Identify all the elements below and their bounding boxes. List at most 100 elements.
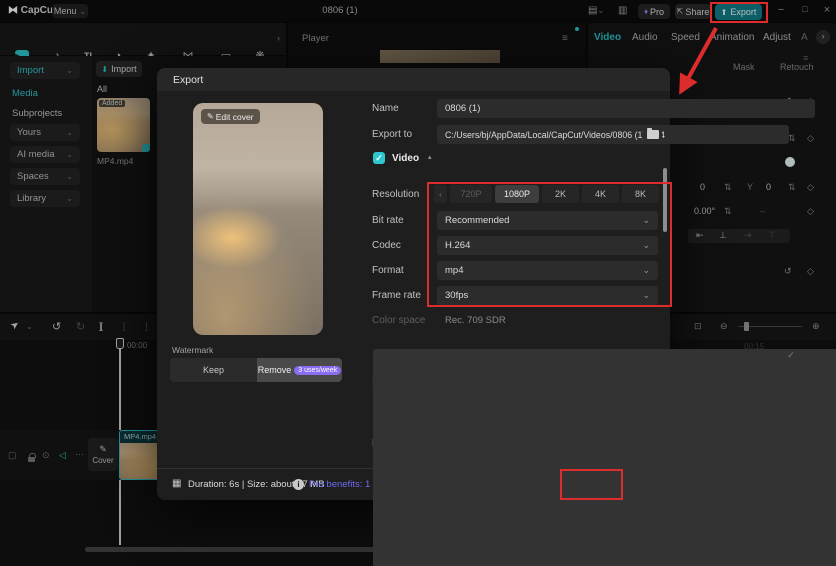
color-space-label: Color space — [372, 315, 426, 326]
trim-right-icon[interactable]: ] — [145, 321, 148, 331]
zoom-slider-handle[interactable] — [744, 322, 749, 331]
inspector-tab-video[interactable]: Video — [594, 32, 621, 43]
resolution-option-720p[interactable]: 720P — [450, 185, 492, 203]
codec-select[interactable]: H.264 ⌄ — [437, 236, 658, 255]
resolution-scroll-left-icon[interactable]: ‹ — [434, 185, 447, 203]
pro-badge[interactable]: ♦ Pro — [638, 4, 670, 19]
playhead-handle[interactable] — [116, 338, 124, 349]
ribbon-more-chevron-icon[interactable]: › — [277, 33, 280, 43]
inspector-more-chevron-icon[interactable]: › — [816, 30, 830, 44]
close-button[interactable]: × — [818, 4, 836, 16]
folder-icon — [646, 128, 659, 139]
media-thumbnail[interactable]: Added — [97, 98, 150, 152]
share-button[interactable]: ⇱ Share — [675, 4, 711, 19]
export-gif-section-label[interactable]: Export GIF — [392, 412, 443, 423]
align-left-icon[interactable]: ⇤ — [696, 230, 704, 241]
maximize-button[interactable]: □ — [796, 4, 814, 14]
position-y-value[interactable]: 0 — [766, 182, 771, 192]
name-input[interactable]: 0806 (1) — [437, 99, 815, 118]
browse-folder-button[interactable] — [643, 125, 662, 144]
sidebar-item-subprojects[interactable]: Subprojects — [12, 108, 62, 119]
audio-format-select: MP3 ⌄ — [437, 373, 658, 392]
track-more-icon[interactable]: ⋯ — [75, 449, 84, 460]
inspector-tab-adjust[interactable]: Adjust — [763, 32, 791, 43]
keyframe-diamond-icon[interactable]: ◇ — [807, 133, 814, 144]
pro-benefits-link[interactable]: Pro benefits: 1 item — [309, 479, 391, 490]
player-menu-icon[interactable]: ≡ — [562, 33, 568, 44]
menu-button[interactable]: Menu ⌄ — [52, 4, 88, 18]
keyframe-diamond-icon[interactable]: ◇ — [807, 182, 814, 193]
select-cursor-icon[interactable]: ➤ — [9, 319, 22, 333]
sidebar-item-spaces[interactable]: Spaces ⌄ — [10, 168, 80, 185]
watermark-remove-button[interactable]: Remove 3 uses/week — [257, 358, 342, 382]
audio-section-label[interactable]: Audio — [392, 350, 420, 361]
position-x-value[interactable]: 0 — [700, 182, 705, 192]
export-path-input[interactable]: C:/Users/bj/AppData/Local/CapCut/Videos/… — [437, 125, 789, 144]
visibility-eye-icon[interactable]: ⊙ — [42, 450, 50, 461]
align-right-icon[interactable]: ⇥ — [744, 230, 752, 241]
export-button-top[interactable]: ⬆ Export — [715, 4, 762, 20]
collapse-icon[interactable]: ▴ — [430, 350, 434, 358]
rotation-stepper[interactable]: ⇅ — [724, 206, 732, 217]
timeline-hscrollbar[interactable] — [85, 547, 750, 552]
sidebar-item-yours[interactable]: Yours ⌄ — [10, 124, 80, 141]
preview-axis-icon[interactable]: ⊡ — [694, 321, 702, 332]
sidebar-item-media[interactable]: Media — [12, 88, 38, 99]
trim-left-icon[interactable]: [ — [123, 321, 126, 331]
media-filter-all[interactable]: All — [97, 84, 107, 94]
watermark-keep-button[interactable]: Keep — [170, 358, 257, 382]
zoom-in-icon[interactable]: ⊕ — [812, 321, 820, 332]
inspector-tab-audio[interactable]: Audio — [632, 32, 658, 43]
resolution-option-1080p-selected[interactable]: 1080P — [495, 185, 539, 203]
export-confirm-button[interactable]: Export — [565, 473, 620, 497]
position-y-stepper[interactable]: ⇅ — [788, 182, 796, 193]
undo-icon[interactable]: ↺ — [52, 320, 61, 333]
keyframe-diamond-icon[interactable]: ◇ — [807, 206, 814, 217]
inspector-tab-partial[interactable]: A — [801, 32, 808, 43]
frame-rate-select[interactable]: 30fps ⌄ — [437, 286, 658, 305]
format-select[interactable]: mp4 ⌄ — [437, 261, 658, 280]
rotation-value[interactable]: 0.00° — [694, 206, 715, 216]
chevron-down-icon[interactable]: ⌄ — [26, 322, 33, 331]
export-dialog-title: Export — [173, 73, 204, 86]
keyframe-diamond-icon[interactable]: ◇ — [807, 266, 814, 277]
zoom-out-icon[interactable]: ⊖ — [720, 321, 728, 332]
video-section-label[interactable]: Video — [392, 153, 419, 164]
split-icon[interactable]: ][ — [99, 321, 103, 331]
inspector-tab-animation[interactable]: Animation — [710, 32, 754, 43]
media-import-button[interactable]: ⬇ Import — [96, 61, 142, 77]
mute-speaker-icon[interactable]: ◁ — [59, 450, 66, 461]
align-bottom-icon[interactable]: ⊥ — [719, 230, 727, 241]
rotation-slider[interactable]: – — [760, 206, 765, 216]
resolution-option-2k[interactable]: 2K — [542, 185, 579, 203]
reset-section-icon[interactable]: ↺ — [784, 266, 792, 277]
gif-resolution-label: Resolution — [372, 438, 420, 449]
cover-button[interactable]: ✎ Cover — [88, 438, 118, 471]
collapse-icon[interactable]: ▴ — [428, 153, 432, 161]
sidebar-item-ai-media[interactable]: AI media ⌄ — [10, 146, 80, 163]
subtab-retouch[interactable]: Retouch — [780, 62, 814, 72]
inspector-tab-speed[interactable]: Speed — [671, 32, 700, 43]
panel-layout-icon[interactable]: ▥ — [618, 5, 627, 16]
bit-rate-select[interactable]: Recommended ⌄ — [437, 211, 658, 230]
subtab-more-icon[interactable]: ≡ — [803, 53, 808, 63]
position-x-stepper[interactable]: ⇅ — [724, 182, 732, 193]
redo-icon[interactable]: ↻ — [76, 320, 85, 333]
gif-resolution-select[interactable]: 240P ⌄ — [437, 434, 658, 453]
video-checkbox[interactable]: ✓ — [373, 152, 385, 164]
subtab-mask[interactable]: Mask — [733, 62, 755, 72]
edit-cover-button[interactable]: ✎ Edit cover — [201, 109, 260, 124]
export-gif-checkbox[interactable]: ✓ — [373, 411, 385, 423]
lock-icon[interactable] — [28, 453, 36, 462]
sidebar-item-import[interactable]: Import ⌄ — [10, 62, 80, 79]
resolution-option-8k[interactable]: 8K — [622, 185, 659, 203]
cancel-button[interactable]: Cancel — [628, 473, 670, 497]
align-top-icon[interactable]: ⊤ — [768, 230, 776, 241]
layout-toggle-icon[interactable]: ▤⌄ — [588, 5, 604, 16]
scale-stepper[interactable]: ⇅ — [788, 133, 796, 144]
sidebar-item-library[interactable]: Library ⌄ — [10, 190, 80, 207]
collapse-icon[interactable]: ▴ — [449, 412, 453, 420]
dialog-scrollbar[interactable] — [663, 168, 667, 232]
minimize-button[interactable]: − — [772, 4, 790, 16]
resolution-option-4k[interactable]: 4K — [582, 185, 619, 203]
